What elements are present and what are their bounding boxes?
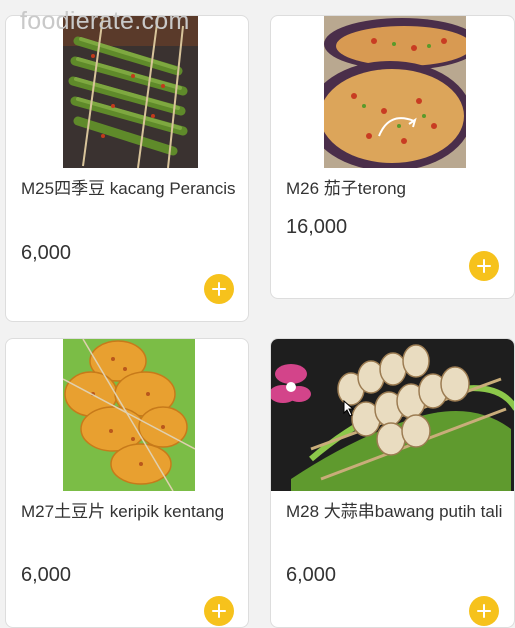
add-to-cart-button[interactable] <box>469 596 499 626</box>
product-price: 16,000 <box>286 216 348 238</box>
product-card[interactable]: M27土豆片 keripik kentang 6,000 <box>5 338 249 628</box>
product-price: 6,000 <box>21 242 72 264</box>
product-title: M26 茄子terong <box>286 179 406 198</box>
product-image <box>271 339 514 491</box>
product-image <box>324 16 466 168</box>
product-image <box>63 16 198 168</box>
product-title: M25四季豆 kacang Perancis <box>21 179 236 198</box>
product-price: 6,000 <box>21 564 72 586</box>
add-to-cart-button[interactable] <box>204 596 234 626</box>
product-card[interactable]: M26 茄子terong 16,000 <box>270 15 515 299</box>
product-price: 6,000 <box>286 564 337 586</box>
product-card[interactable]: M25四季豆 kacang Perancis 6,000 <box>5 15 249 322</box>
add-to-cart-button[interactable] <box>469 251 499 281</box>
add-to-cart-button[interactable] <box>204 274 234 304</box>
watermark: foodierate.com <box>20 7 190 35</box>
product-card[interactable]: M28 大蒜串bawang putih tali 6,000 <box>270 338 515 628</box>
product-image <box>63 339 195 491</box>
product-title: M28 大蒜串bawang putih tali <box>286 502 503 521</box>
product-title: M27土豆片 keripik kentang <box>21 502 225 521</box>
